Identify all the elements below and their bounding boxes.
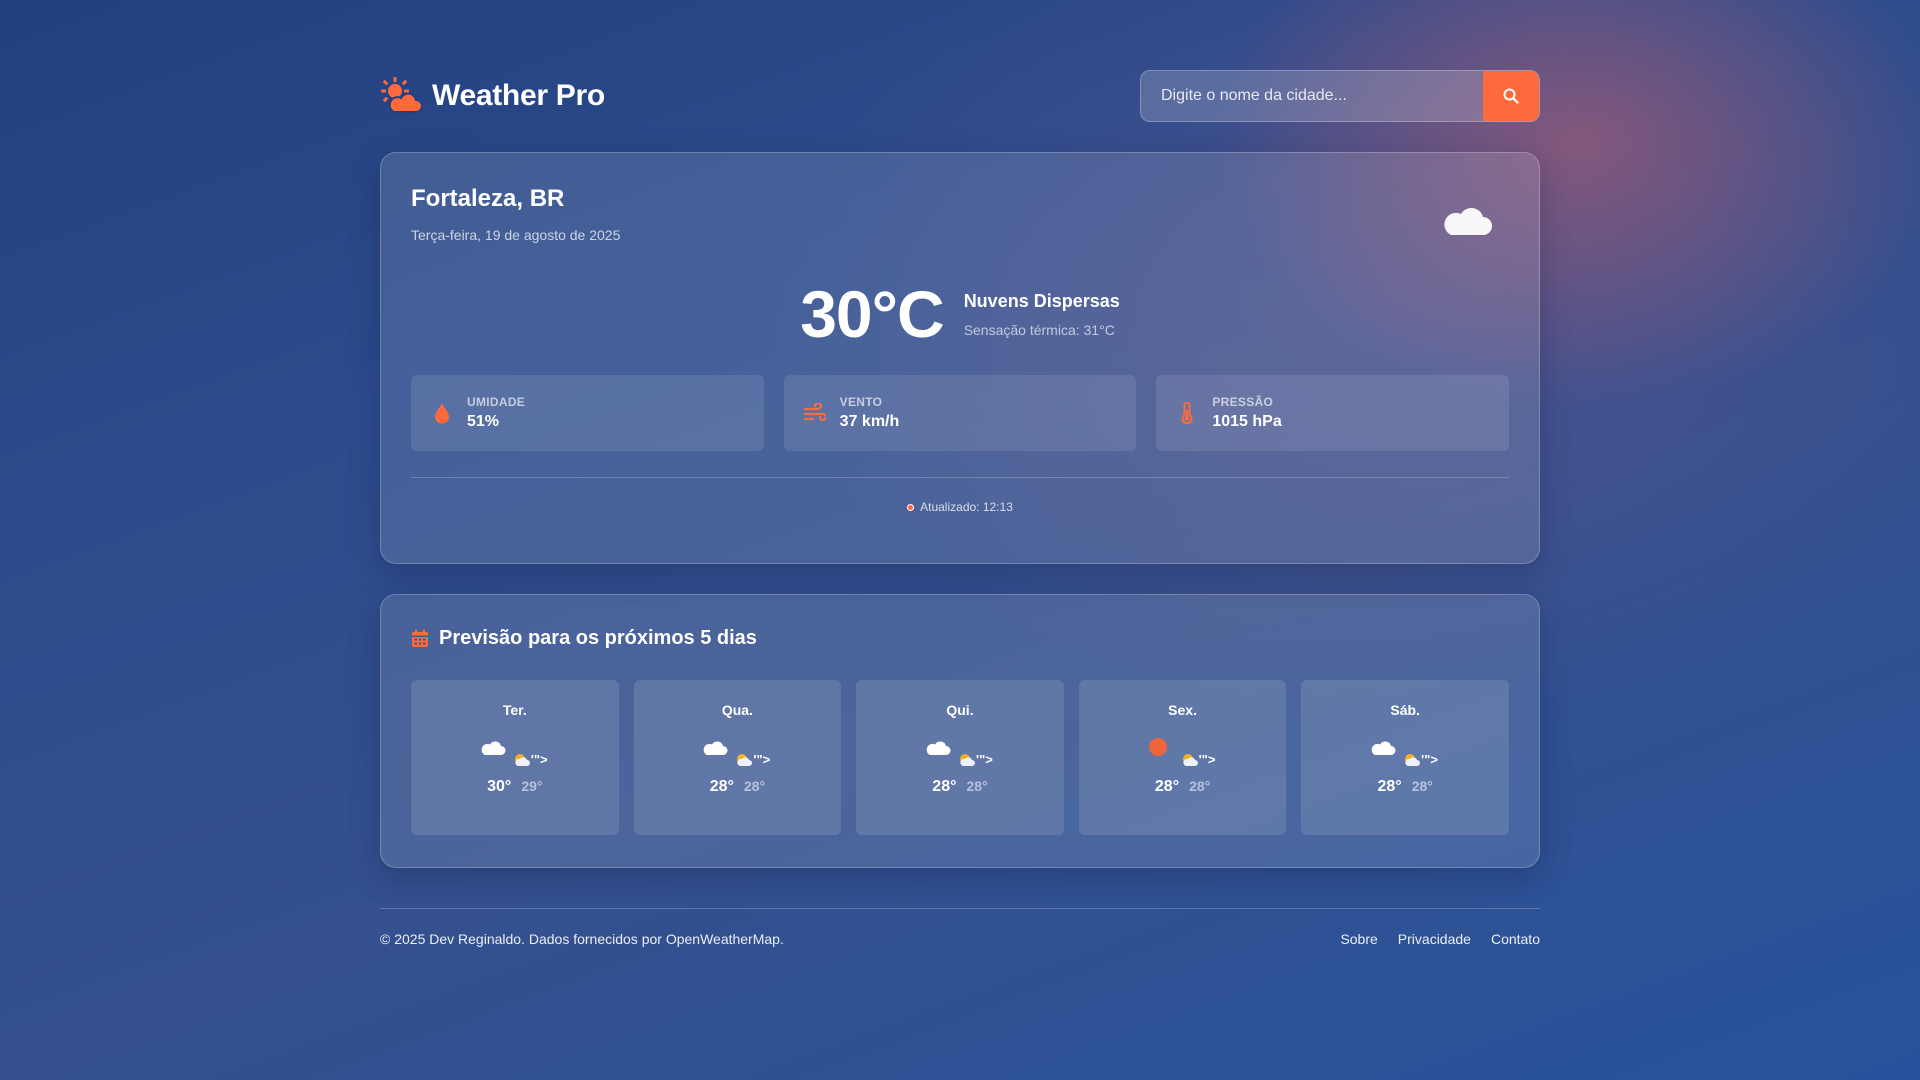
- temp-min: 28°: [966, 778, 988, 794]
- broken-markup-text: '">: [1198, 752, 1216, 767]
- broken-icon-markup: '">: [1182, 752, 1216, 767]
- broken-icon-markup: '">: [1404, 752, 1438, 767]
- forecast-day[interactable]: Qua. '"> 28° 28°: [633, 680, 842, 835]
- temp-min: 29°: [521, 778, 543, 794]
- footer-link-sobre[interactable]: Sobre: [1340, 931, 1377, 947]
- broken-markup-text: '">: [753, 752, 771, 767]
- broken-markup-text: '">: [1421, 752, 1439, 767]
- day-icons: '">: [480, 736, 550, 770]
- sun-behind-cloud-icon: [1405, 753, 1421, 766]
- day-icons: '">: [1370, 736, 1440, 770]
- day-temps: 30° 29°: [487, 778, 542, 796]
- thermometer-icon: [1176, 402, 1198, 424]
- footer-links: Sobre Privacidade Contato: [1340, 931, 1540, 947]
- day-temps: 28° 28°: [932, 778, 987, 796]
- broken-markup-text: '">: [975, 752, 993, 767]
- day-name: Sáb.: [1390, 702, 1420, 718]
- divider: [411, 477, 1509, 478]
- temp-max: 28°: [1154, 778, 1180, 795]
- sun-behind-cloud-icon: [514, 753, 530, 766]
- city-name: Fortaleza, BR: [411, 185, 565, 212]
- forecast-day[interactable]: Qui. '"> 28° 28°: [856, 680, 1064, 835]
- cloud-icon: [704, 741, 728, 755]
- sun-behind-cloud-icon: [737, 753, 753, 766]
- forecast-card: Previsão para os próximos 5 dias Ter. '"…: [380, 594, 1540, 868]
- search-button[interactable]: [1483, 71, 1539, 121]
- sun-cloud-logo-icon: [381, 77, 422, 113]
- calendar-icon: [412, 629, 428, 647]
- forecast-days: Ter. '"> 30° 29° Qua. '"> 28° 28° Qui. '…: [411, 680, 1509, 835]
- stat-label: Vento: [839, 395, 883, 409]
- wind-icon: [803, 402, 826, 424]
- cloud-icon: [1371, 741, 1396, 755]
- sun-behind-cloud-icon: [959, 753, 975, 766]
- app-container: Weather Pro Fortaleza, BR Terça-feira, 1…: [380, 70, 1540, 947]
- weather-description: Nuvens Dispersas: [963, 290, 1120, 311]
- stat-value: 1015 hPa: [1212, 413, 1282, 430]
- search-icon: [1503, 88, 1519, 104]
- search-bar: [1140, 70, 1540, 122]
- broken-markup-text: '">: [530, 752, 548, 767]
- clock-icon: [907, 503, 915, 511]
- broken-icon-markup: '">: [736, 752, 770, 767]
- brand-title: Weather Pro: [432, 79, 605, 112]
- cloud-icon: [1444, 208, 1492, 235]
- stat-wind: Vento 37 km/h: [783, 375, 1137, 451]
- day-icons: '">: [925, 736, 995, 770]
- footer-link-contato[interactable]: Contato: [1491, 931, 1540, 947]
- temp-min: 28°: [1411, 778, 1433, 794]
- day-temps: 28° 28°: [710, 778, 765, 796]
- day-icons: '">: [1148, 736, 1218, 770]
- sun-behind-cloud-icon: [1182, 753, 1198, 766]
- temp-max: 28°: [1377, 778, 1402, 795]
- current-temperature: 30°C: [800, 277, 944, 351]
- stat-label: Umidade: [467, 395, 526, 409]
- header: Weather Pro: [380, 70, 1540, 122]
- current-weather-card: Fortaleza, BR Terça-feira, 19 de agosto …: [380, 152, 1540, 564]
- footer: © 2025 Dev Reginaldo. Dados fornecidos p…: [380, 908, 1540, 947]
- stats-row: Umidade 51% Vento 37 km/h: [411, 375, 1510, 451]
- forecast-day[interactable]: Sáb. '"> 28° 28°: [1301, 680, 1509, 835]
- current-date: Terça-feira, 19 de agosto de 2025: [411, 227, 621, 243]
- forecast-day[interactable]: Ter. '"> 30° 29°: [411, 680, 619, 835]
- forecast-heading: Previsão para os próximos 5 dias: [411, 627, 1509, 650]
- forecast-title: Previsão para os próximos 5 dias: [439, 627, 757, 649]
- day-temps: 28° 28°: [1377, 778, 1432, 796]
- stat-value: 51%: [467, 413, 500, 430]
- day-name: Sex.: [1168, 702, 1197, 718]
- temp-min: 28°: [743, 778, 766, 794]
- temp-min: 28°: [1189, 778, 1211, 794]
- day-name: Qua.: [721, 702, 753, 718]
- broken-icon-markup: '">: [514, 752, 548, 767]
- copyright: © 2025 Dev Reginaldo. Dados fornecidos p…: [380, 931, 784, 947]
- temp-max: 28°: [932, 778, 957, 795]
- temp-max: 28°: [709, 778, 734, 795]
- stat-humidity: Umidade 51%: [411, 375, 764, 451]
- brand[interactable]: Weather Pro: [380, 76, 605, 116]
- day-icons: '">: [702, 736, 772, 770]
- droplet-icon: [431, 402, 453, 424]
- updated-text: Atualizado: 12:13: [920, 500, 1013, 514]
- stat-value: 37 km/h: [839, 413, 900, 430]
- day-temps: 28° 28°: [1155, 778, 1210, 796]
- temp-max: 30°: [487, 778, 512, 795]
- footer-link-privacidade[interactable]: Privacidade: [1398, 931, 1471, 947]
- day-name: Ter.: [502, 702, 527, 718]
- stat-label: Pressão: [1212, 395, 1274, 409]
- description-block: Nuvens Dispersas Sensação térmica: 31°C: [964, 291, 1120, 338]
- cloud-icon: [481, 741, 506, 755]
- forecast-day[interactable]: Sex. '"> 28° 28°: [1078, 680, 1287, 835]
- last-updated: Atualizado: 12:13: [411, 500, 1509, 514]
- main-temperature-row: 30°C Nuvens Dispersas Sensação térmica: …: [411, 281, 1509, 347]
- city-search-input[interactable]: [1141, 71, 1483, 121]
- feels-like: Sensação térmica: 31°C: [963, 321, 1115, 338]
- cloud-icon: [926, 741, 951, 755]
- broken-icon-markup: '">: [959, 752, 993, 767]
- stat-pressure: Pressão 1015 hPa: [1156, 375, 1510, 451]
- day-name: Qui.: [946, 702, 974, 718]
- sun-dot-icon: [1148, 738, 1167, 756]
